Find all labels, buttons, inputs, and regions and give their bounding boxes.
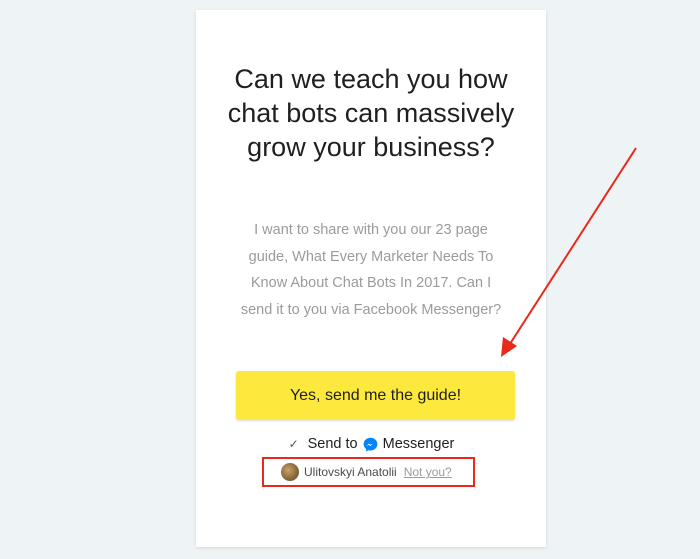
messenger-label: Messenger: [382, 436, 455, 452]
messenger-icon: [363, 437, 377, 452]
send-to-messenger: ✓ Send to Messenger: [196, 434, 546, 454]
avatar: [281, 463, 299, 481]
optin-card: Can we teach you how chat bots can massi…: [196, 10, 546, 547]
not-you-link[interactable]: Not you?: [404, 465, 452, 479]
headline: Can we teach you how chat bots can massi…: [227, 64, 515, 162]
send-to-checkbox[interactable]: ✓: [288, 438, 300, 450]
user-name: Ulitovskyi Anatolii: [304, 465, 397, 479]
page: Can we teach you how chat bots can massi…: [0, 0, 700, 559]
logged-in-user: Ulitovskyi Anatolii Not you?: [262, 457, 475, 487]
description: I want to share with you our 23 page gui…: [240, 222, 502, 318]
send-to-label: Send to: [307, 436, 358, 452]
send-guide-button[interactable]: Yes, send me the guide!: [236, 371, 515, 420]
